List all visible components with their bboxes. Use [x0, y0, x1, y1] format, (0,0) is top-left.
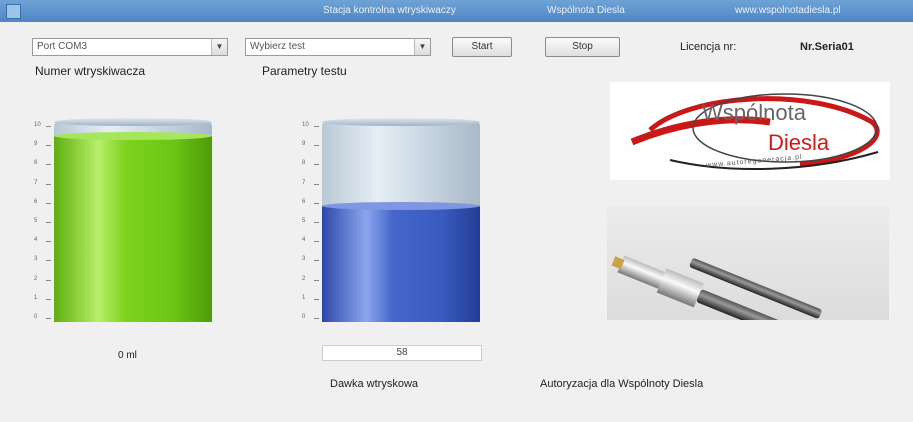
cylinder-rim	[322, 118, 480, 126]
start-button[interactable]: Start	[452, 37, 512, 57]
authorization-label: Autoryzacja dla Wspólnoty Diesla	[540, 378, 704, 390]
port-select[interactable]: Port COM3 ▼	[32, 38, 228, 56]
gauge-tick-label: 3	[34, 256, 51, 262]
logo-text-primary: Wspólnota	[702, 100, 806, 125]
stop-button[interactable]: Stop	[545, 37, 620, 57]
licence-value: Nr.Seria01	[800, 41, 854, 53]
gauge-tick-label: 4	[34, 237, 51, 243]
left-fill	[54, 136, 212, 322]
gauge-tick-label: 9	[34, 141, 51, 147]
gauge-tick-label: 0	[302, 314, 319, 320]
left-cylinder	[54, 118, 212, 322]
right-fill	[322, 206, 480, 322]
gauge-axis: 10 9 8 7 6 5 4 3 2 1 0	[32, 122, 51, 322]
window-titlebar[interactable]: Stacja kontrolna wtryskiwaczy Wspólnota …	[0, 0, 913, 22]
left-gauge-value: 0 ml	[118, 350, 137, 361]
gauge-tick-label: 1	[34, 295, 51, 301]
right-fill-surface	[322, 202, 480, 210]
injector-icon	[611, 255, 840, 320]
gauge-tick-label: 6	[34, 199, 51, 205]
gauge-tick-label: 2	[34, 276, 51, 282]
gauge-tick-label: 8	[34, 160, 51, 166]
app-icon	[6, 4, 21, 19]
gauge-tick-label: 9	[302, 141, 319, 147]
gauge-tick-label: 8	[302, 160, 319, 166]
logo-text-secondary: Diesla	[768, 130, 830, 155]
gauge-tick-label: 5	[302, 218, 319, 224]
left-fill-surface	[54, 132, 212, 140]
licence-label: Licencja nr:	[680, 41, 737, 53]
test-select-value: Wybierz test	[250, 41, 305, 52]
gauge-tick-label: 7	[34, 180, 51, 186]
window-title: Stacja kontrolna wtryskiwaczy	[323, 5, 456, 16]
chevron-down-icon[interactable]: ▼	[414, 39, 430, 55]
gauge-tick-label: 6	[302, 199, 319, 205]
left-level-gauge: 10 9 8 7 6 5 4 3 2 1 0	[32, 118, 237, 322]
left-gauge-heading: Numer wtryskiwacza	[35, 64, 146, 78]
gauge-tick-label: 2	[302, 276, 319, 282]
right-level-gauge: 10 9 8 7 6 5 4 3 2 1 0	[300, 118, 505, 322]
gauge-tick-label: 0	[34, 314, 51, 320]
right-gauge-heading: Parametry testu	[262, 64, 347, 78]
gauge-tick-label: 1	[302, 295, 319, 301]
test-select[interactable]: Wybierz test ▼	[245, 38, 431, 56]
gauge-tick-label: 3	[302, 256, 319, 262]
dose-label: Dawka wtryskowa	[330, 378, 419, 390]
window-title-segment: Wspólnota Diesla	[547, 5, 625, 16]
cylinder-rim	[54, 118, 212, 126]
right-gauge-value-field[interactable]: 58	[322, 345, 482, 361]
gauge-axis: 10 9 8 7 6 5 4 3 2 1 0	[300, 122, 319, 322]
chevron-down-icon[interactable]: ▼	[211, 39, 227, 55]
gauge-tick-label: 7	[302, 180, 319, 186]
gauge-tick-label: 10	[34, 122, 51, 128]
window-title-url: www.wspolnotadiesla.pl	[735, 5, 841, 16]
brand-logo: Wspólnota Diesla www.autoregeneracja.pl	[610, 82, 890, 180]
port-select-value: Port COM3	[37, 41, 88, 52]
gauge-tick-label: 5	[34, 218, 51, 224]
gauge-tick-label: 4	[302, 237, 319, 243]
right-cylinder	[322, 118, 480, 322]
injector-image	[607, 205, 889, 320]
gauge-tick-label: 10	[302, 122, 319, 128]
